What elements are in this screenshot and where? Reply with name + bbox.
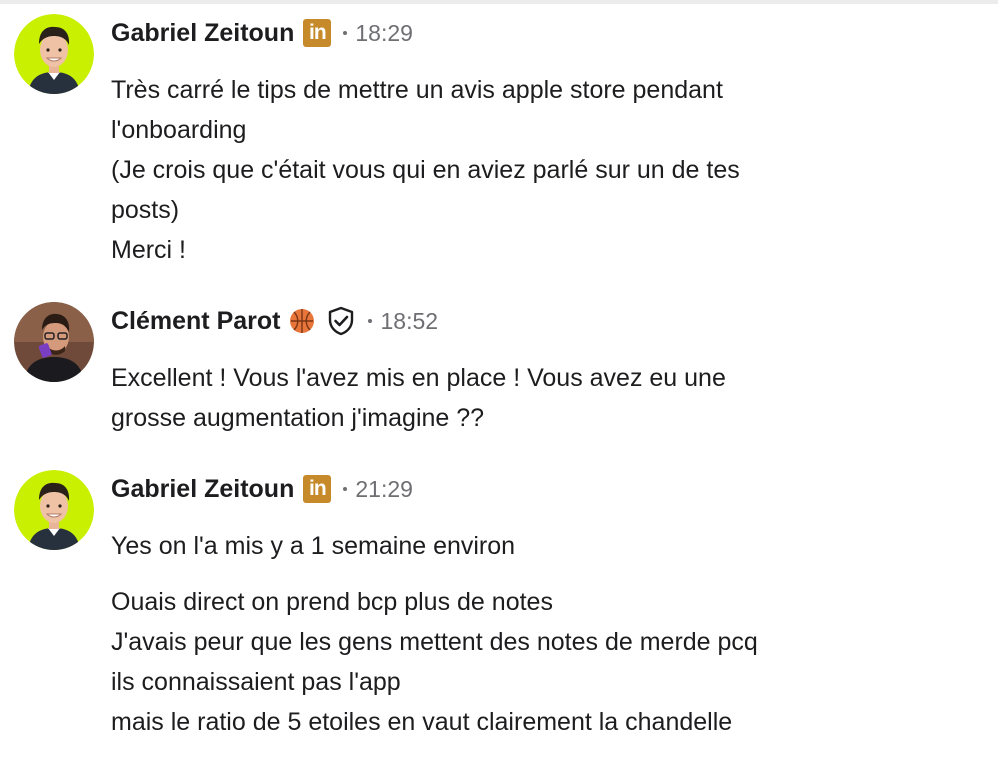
message-line: Excellent ! Vous l'avez mis en place ! V… [111, 364, 726, 392]
message-body: Très carré le tips de mettre un avis app… [111, 70, 740, 270]
message-body: Excellent ! Vous l'avez mis en place ! V… [111, 358, 726, 438]
avatar[interactable] [14, 302, 94, 382]
message-line: (Je crois que c'était vous qui en aviez … [111, 156, 740, 184]
message-line: Merci ! [111, 236, 186, 264]
message-header: Gabriel Zeitoun in 18:29 [111, 18, 413, 48]
shield-check-icon [326, 306, 356, 336]
message-header: Gabriel Zeitoun in 21:29 [111, 474, 413, 504]
author-name[interactable]: Gabriel Zeitoun [111, 19, 294, 48]
timestamp: 18:52 [380, 307, 439, 334]
message-body: Ouais direct on prend bcp plus de notes … [111, 582, 758, 742]
separator-dot [368, 319, 373, 323]
avatar[interactable] [14, 14, 94, 94]
message-line: Très carré le tips de mettre un avis app… [111, 76, 723, 104]
top-divider [0, 0, 998, 4]
message-line: Yes on l'a mis y a 1 semaine environ [111, 532, 516, 560]
timestamp: 21:29 [355, 475, 413, 502]
person-icon [14, 14, 94, 94]
timestamp: 18:29 [355, 19, 413, 46]
separator-dot [343, 31, 348, 35]
linkedin-icon: in [303, 19, 332, 47]
message-line: grosse augmentation j'imagine ?? [111, 404, 485, 432]
author-name[interactable]: Gabriel Zeitoun [111, 475, 294, 504]
person-icon [14, 302, 94, 382]
basketball-emoji-icon [288, 307, 316, 335]
message-line: ils connaissaient pas l'app [111, 668, 401, 696]
person-icon [14, 470, 94, 550]
message-line: mais le ratio de 5 etoiles en vaut clair… [111, 708, 733, 736]
message-body: Yes on l'a mis y a 1 semaine environ [111, 526, 515, 566]
message-line: J'avais peur que les gens mettent des no… [111, 628, 758, 656]
message-header: Clément Parot 18:52 [111, 306, 438, 336]
message-line: posts) [111, 196, 180, 224]
message-line: l'onboarding [111, 116, 247, 144]
linkedin-icon: in [303, 475, 332, 503]
separator-dot [343, 487, 348, 491]
message-line: Ouais direct on prend bcp plus de notes [111, 588, 553, 616]
avatar[interactable] [14, 470, 94, 550]
author-name[interactable]: Clément Parot [111, 307, 280, 336]
